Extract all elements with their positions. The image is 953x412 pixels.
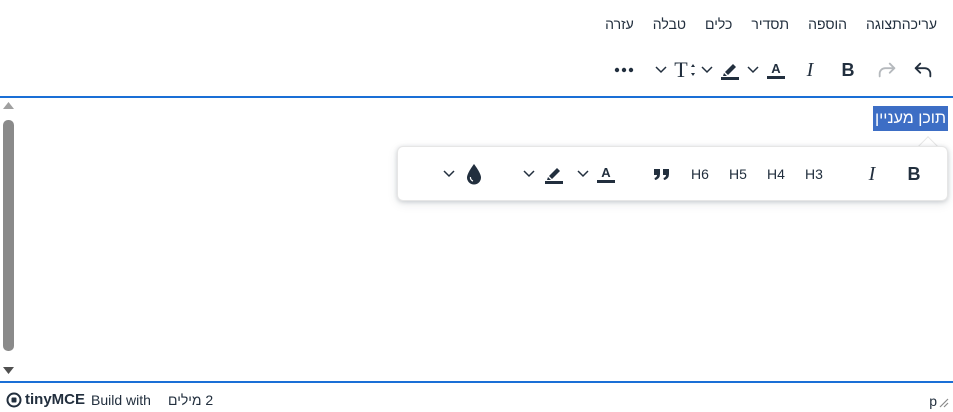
quick-bold-button[interactable]: B	[895, 157, 933, 191]
quick-text-color-button[interactable]: A	[591, 157, 621, 191]
highlight-dropdown[interactable]	[699, 53, 715, 87]
brand-link[interactable]: tinyMCE Build with	[6, 391, 151, 408]
menu-table[interactable]: טבלה	[653, 16, 686, 32]
scroll-up-arrow-icon[interactable]	[2, 101, 15, 110]
quick-highlight-button[interactable]	[537, 157, 571, 191]
color-drop-dropdown[interactable]	[441, 157, 457, 191]
menu-format[interactable]: תסדיר	[751, 16, 789, 32]
chevron-down-icon	[701, 66, 713, 74]
highlight-icon	[721, 64, 739, 80]
menu-tools[interactable]: כלים	[705, 16, 732, 32]
selected-content-text[interactable]: תוכן מעניין	[872, 106, 948, 131]
heading-5-button[interactable]: H5	[719, 166, 757, 182]
quick-italic-button[interactable]: I	[853, 157, 891, 191]
svg-text:A: A	[771, 61, 781, 76]
heading-3-button[interactable]: H3	[795, 166, 833, 182]
quick-toolbar: B I H3 H4 H5 H6 A	[397, 146, 948, 201]
italic-icon: I	[806, 60, 815, 80]
main-toolbar: B I A T	[603, 52, 939, 88]
text-color-button[interactable]: A	[761, 53, 791, 87]
heading-6-button[interactable]: H6	[681, 166, 719, 182]
menu-edit[interactable]: עריכה	[902, 16, 937, 32]
redo-icon	[878, 62, 896, 78]
undo-icon	[914, 62, 932, 78]
scrollbar-thumb[interactable]	[3, 120, 14, 351]
element-path[interactable]: p	[929, 393, 937, 409]
svg-text:T: T	[674, 59, 688, 81]
editor-top-border	[0, 96, 953, 98]
redo-button[interactable]	[867, 53, 907, 87]
text-color-dropdown[interactable]	[745, 53, 761, 87]
tinymce-logo-icon	[6, 392, 22, 407]
bold-icon: B	[842, 60, 855, 80]
color-drop-icon	[467, 163, 481, 184]
bold-button[interactable]: B	[829, 53, 867, 87]
chevron-down-icon	[577, 169, 589, 177]
text-color-icon: A	[767, 61, 785, 79]
chevron-down-icon	[523, 169, 535, 177]
menubar: עריכה תצוגה הוספה תסדיר כלים טבלה עזרה	[586, 10, 937, 38]
svg-text:I: I	[868, 164, 877, 184]
quick-highlight-dropdown[interactable]	[521, 157, 537, 191]
blockquote-button[interactable]	[643, 157, 681, 191]
blockquote-icon	[654, 168, 669, 180]
highlight-button[interactable]	[715, 53, 745, 87]
svg-text:B: B	[842, 60, 855, 80]
font-size-dropdown[interactable]	[653, 53, 669, 87]
bold-icon: B	[908, 164, 921, 184]
italic-icon: I	[868, 164, 877, 184]
menu-help[interactable]: עזרה	[605, 16, 634, 32]
statusbar: tinyMCE Build with 2 מילים p	[0, 383, 953, 412]
build-with-label: Build with	[91, 391, 151, 408]
menu-view[interactable]: תצוגה	[866, 16, 902, 32]
brand-name: tinyMCE	[25, 391, 85, 408]
chevron-down-icon	[443, 169, 455, 177]
resize-handle-icon[interactable]	[939, 398, 949, 408]
scroll-down-arrow-icon[interactable]	[2, 366, 15, 375]
heading-4-button[interactable]: H4	[757, 166, 795, 182]
chevron-down-icon	[747, 66, 759, 74]
svg-text:B: B	[908, 164, 921, 184]
font-size-button[interactable]: T	[669, 53, 699, 87]
text-color-icon: A	[597, 165, 615, 183]
svg-text:A: A	[601, 165, 611, 180]
more-button[interactable]	[603, 53, 645, 87]
quick-text-color-dropdown[interactable]	[575, 157, 591, 191]
color-drop-button[interactable]	[457, 157, 491, 191]
undo-button[interactable]	[907, 53, 939, 87]
word-count[interactable]: 2 מילים	[168, 392, 213, 408]
svg-text:I: I	[806, 60, 815, 80]
chevron-down-icon	[655, 66, 667, 74]
more-icon	[614, 67, 634, 73]
highlight-icon	[545, 167, 563, 184]
italic-button[interactable]: I	[791, 53, 829, 87]
menu-insert[interactable]: הוספה	[808, 16, 847, 32]
font-size-icon: T	[674, 59, 695, 81]
